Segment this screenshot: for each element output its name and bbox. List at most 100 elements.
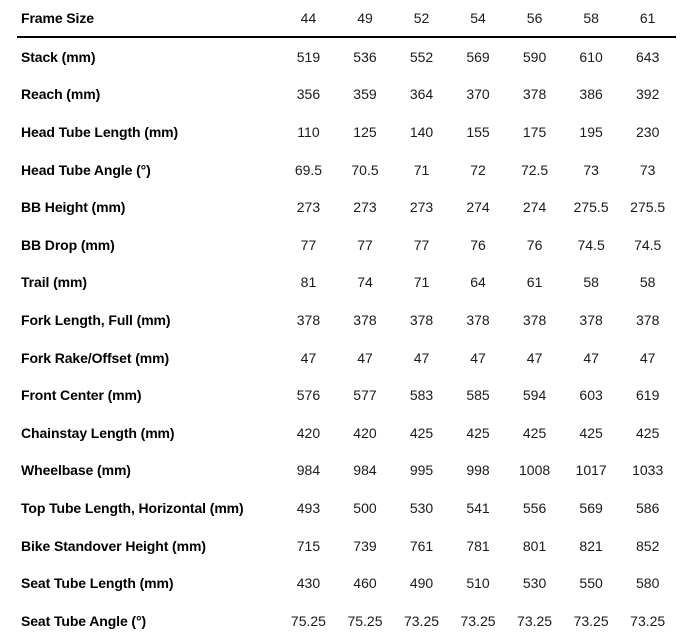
row-value: 273	[296, 199, 321, 216]
row-label: Wheelbase (mm)	[21, 462, 131, 479]
row-value: 72	[470, 161, 486, 178]
row-value: 583	[409, 387, 434, 404]
table-row: Wheelbase (mm) 984 984 995 998 1008 1017 1033	[17, 452, 676, 490]
row-value: 420	[296, 424, 321, 441]
row-value: 81	[300, 274, 317, 291]
row-value: 998	[466, 462, 490, 479]
row-value: 586	[636, 499, 660, 516]
row-value: 364	[409, 86, 434, 103]
row-value: 73.25	[573, 612, 609, 629]
row-label: BB Height (mm)	[21, 199, 126, 216]
row-value: 378	[296, 311, 321, 328]
row-value: 47	[639, 349, 656, 366]
row-value: 995	[409, 462, 434, 479]
row-value: 984	[353, 462, 377, 479]
row-label: Trail (mm)	[21, 274, 87, 291]
row-value: 378	[353, 311, 377, 328]
row-value: 58	[583, 274, 599, 291]
row-value: 76	[470, 236, 486, 253]
row-value: 425	[466, 424, 490, 441]
row-value: 552	[409, 48, 434, 65]
row-value: 576	[296, 387, 321, 404]
row-value: 430	[296, 575, 321, 592]
table-row: Top Tube Length, Horizontal (mm) 493 500 53…	[17, 489, 676, 527]
table-row: Fork Rake/Offset (mm) 47 47 47 47 47 47 47	[17, 339, 676, 377]
row-value: 1017	[575, 462, 607, 479]
header-size-56: 56	[506, 0, 563, 38]
row-value: 73.25	[517, 612, 553, 629]
row-value: 359	[353, 86, 377, 103]
row-value: 125	[353, 123, 377, 140]
row-value: 781	[466, 537, 490, 554]
row-value: 77	[357, 236, 373, 253]
row-value: 569	[466, 48, 490, 65]
table-row: Reach (mm) 356 359 364 370 378 386 392	[17, 76, 676, 114]
row-value: 425	[522, 424, 547, 441]
row-value: 386	[579, 86, 603, 103]
row-value: 274	[522, 199, 547, 216]
row-value: 275.5	[573, 199, 609, 216]
row-value: 47	[470, 349, 486, 366]
row-value: 594	[522, 387, 547, 404]
row-value: 541	[466, 499, 490, 516]
row-label: Stack (mm)	[21, 48, 96, 65]
row-label: Chainstay Length (mm)	[21, 424, 175, 441]
row-value: 585	[466, 387, 490, 404]
row-value: 550	[579, 575, 603, 592]
row-value: 110	[297, 123, 320, 140]
row-value: 530	[522, 575, 547, 592]
row-value: 273	[353, 199, 377, 216]
row-value: 715	[296, 537, 321, 554]
row-value: 61	[526, 274, 543, 291]
row-value: 1033	[632, 462, 664, 479]
row-value: 73.25	[403, 612, 440, 629]
table-row: BB Drop (mm) 77 77 77 76 76 74.5 74.5	[17, 226, 676, 264]
row-value: 73	[639, 161, 656, 178]
table-header-row: Frame Size 44 49 52 54 56 58 61	[17, 0, 676, 38]
row-value: 64	[470, 274, 486, 291]
table-row: Stack (mm) 519 536 552 569 590 610 643	[17, 37, 676, 76]
row-label: Head Tube Angle (°)	[21, 161, 151, 178]
table-row: Trail (mm) 81 74 71 64 61 58 58	[17, 264, 676, 302]
row-value: 378	[409, 311, 434, 328]
row-label: Reach (mm)	[21, 86, 101, 103]
table-header: Frame Size 44 49 52 54 56 58 61	[17, 0, 676, 38]
table-row: Seat Tube Length (mm) 430 460 490 510 530 550 5…	[17, 564, 676, 602]
row-value: 603	[579, 387, 603, 404]
row-value: 58	[639, 274, 656, 291]
row-value: 273	[409, 199, 434, 216]
header-size-44: 44	[280, 0, 337, 38]
row-value: 75.25	[347, 612, 383, 629]
row-value: 73	[583, 161, 599, 178]
row-value: 77	[413, 236, 430, 253]
row-value: 643	[636, 48, 660, 65]
frame-geometry-table: Frame Size 44 49 52 54 56 58 61 Stack (mm) 519 53…	[17, 0, 676, 640]
row-value: 510	[466, 575, 490, 592]
row-value: 852	[636, 537, 660, 554]
row-value: 74.5	[577, 236, 605, 253]
row-value: 275.5	[630, 199, 666, 216]
row-value: 536	[353, 48, 377, 65]
table-row: Bike Standover Height (mm) 715 739 761 781 80…	[17, 527, 676, 565]
row-label: Seat Tube Length (mm)	[21, 575, 174, 592]
row-label: Fork Rake/Offset (mm)	[21, 349, 170, 366]
row-value: 425	[636, 424, 660, 441]
row-value: 580	[636, 575, 660, 592]
row-value: 71	[413, 161, 430, 178]
row-value: 74.5	[634, 236, 662, 253]
row-value: 556	[522, 499, 547, 516]
row-value: 155	[466, 123, 490, 140]
row-label: BB Drop (mm)	[21, 236, 115, 253]
header-size-61: 61	[619, 0, 676, 38]
row-value: 75.25	[290, 612, 326, 629]
row-value: 47	[413, 349, 430, 366]
row-value: 801	[522, 537, 547, 554]
row-value: 47	[526, 349, 543, 366]
row-value: 76	[526, 236, 543, 253]
row-value: 619	[636, 387, 660, 404]
table-row: Fork Length, Full (mm) 378 378 378 378 378 378…	[17, 301, 676, 339]
row-value: 356	[296, 86, 321, 103]
row-label: Top Tube Length, Horizontal (mm)	[21, 499, 244, 516]
row-value: 73.25	[460, 612, 496, 629]
row-value: 590	[522, 48, 547, 65]
